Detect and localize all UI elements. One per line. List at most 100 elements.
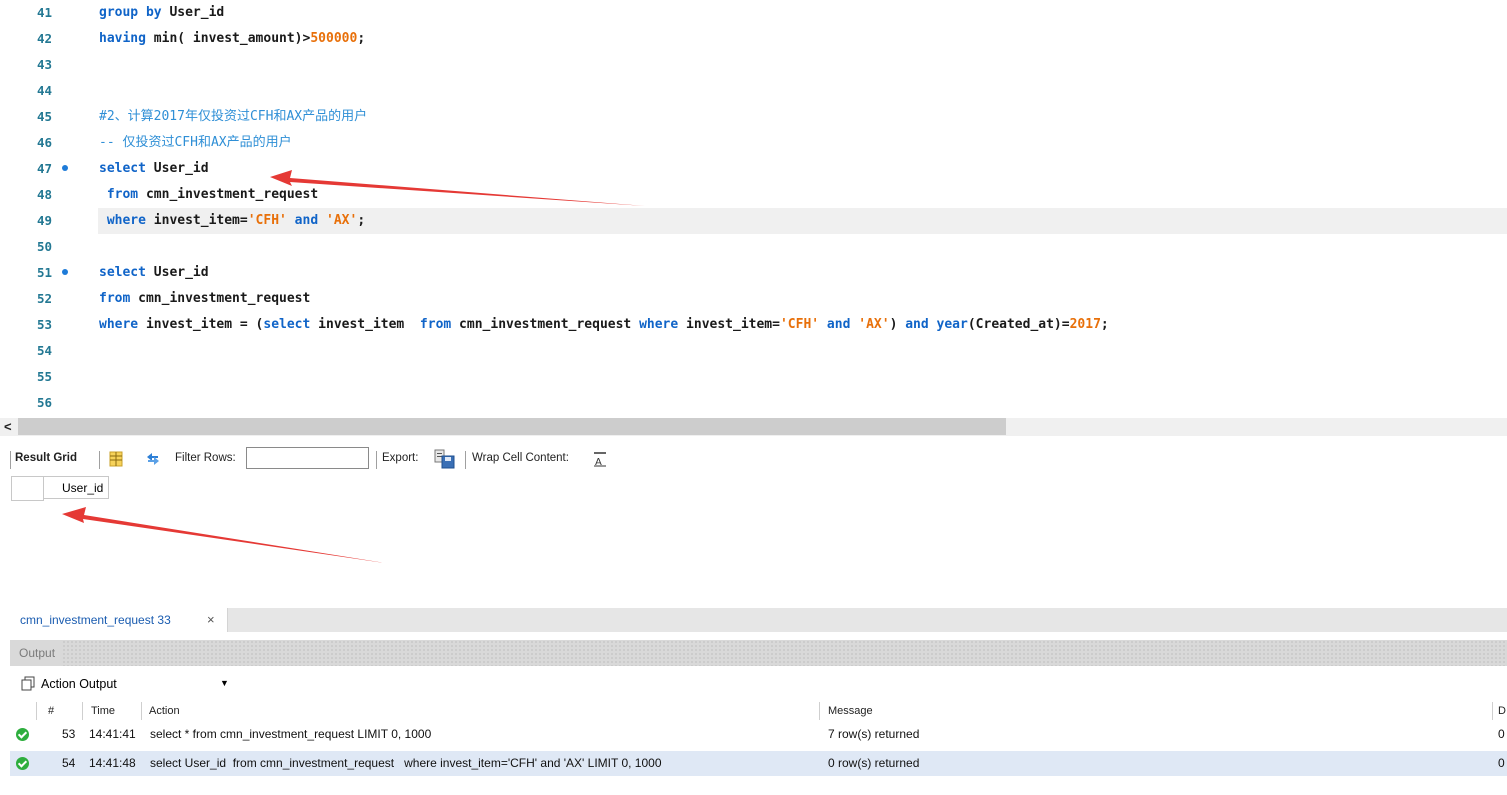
output-row[interactable]: 53 14:41:41 select * from cmn_investment…	[10, 722, 1507, 747]
sql-keyword: select	[263, 317, 311, 332]
result-toolbar: Result Grid Filter Rows: Export: Wrap Ce…	[10, 445, 1507, 475]
line-number: 55	[36, 369, 52, 384]
code-line[interactable]: 56	[0, 390, 1507, 416]
code-line[interactable]: 43	[0, 52, 1507, 78]
code-text[interactable]: select User_id	[99, 156, 209, 182]
wrap-text-icon[interactable]: A	[592, 451, 608, 467]
editor-horizontal-scrollbar[interactable]: <	[0, 418, 1507, 436]
statement-marker-icon[interactable]	[62, 269, 68, 275]
code-text[interactable]: from cmn_investment_request	[99, 182, 318, 208]
output-type-dropdown[interactable]: Action Output ▼	[10, 669, 229, 698]
code-line[interactable]: 47 select User_id	[0, 156, 1507, 182]
line-number: 45	[36, 109, 52, 124]
sql-string: 'AX'	[858, 317, 890, 332]
result-tab[interactable]: cmn_investment_request 33 ×	[10, 608, 228, 632]
sql-editor[interactable]: 41 group by User_id 42 having min( invest_a…	[0, 0, 1507, 418]
code-line[interactable]: 49 where invest_item='CFH' and 'AX';	[0, 208, 1507, 234]
code-text[interactable]: where invest_item='CFH' and 'AX';	[99, 208, 365, 234]
sql-keyword: from	[419, 317, 452, 332]
sql-token: User_id	[145, 265, 209, 280]
toolbar-separator	[99, 451, 100, 469]
output-type-selected: Action Output	[41, 677, 117, 691]
sql-comment: -- 仅投资过CFH和AX产品的用户	[99, 135, 292, 150]
col-header-time[interactable]: Time	[91, 705, 115, 717]
sql-comment: #2、计算2017年仅投资过CFH和AX产品的用户	[99, 109, 368, 124]
sql-keyword: from	[99, 187, 139, 202]
code-text[interactable]: from cmn_investment_request	[99, 286, 310, 312]
grid-corner-cell[interactable]	[11, 476, 44, 501]
row-num: 53	[62, 727, 76, 741]
grid-layout-icon[interactable]	[108, 451, 124, 467]
line-number: 42	[36, 31, 52, 46]
chevron-down-icon[interactable]: ▼	[220, 669, 229, 697]
line-number: 49	[36, 213, 52, 228]
code-line[interactable]: 51 select User_id	[0, 260, 1507, 286]
code-text[interactable]: select User_id	[99, 260, 209, 286]
code-line[interactable]: 55	[0, 364, 1507, 390]
col-header-num[interactable]: #	[48, 705, 54, 717]
code-text[interactable]: where invest_item = (select invest_item …	[99, 312, 1109, 338]
row-duration: 0	[1498, 756, 1505, 770]
code-line[interactable]: 42 having min( invest_amount)>500000;	[0, 26, 1507, 52]
col-header-duration[interactable]: D	[1498, 705, 1506, 717]
code-text[interactable]: #2、计算2017年仅投资过CFH和AX产品的用户	[99, 104, 367, 130]
line-number: 43	[36, 57, 52, 72]
sql-token: invest_item = (	[138, 317, 264, 332]
output-row[interactable]: 54 14:41:48 select User_id from cmn_inve…	[10, 751, 1507, 776]
filter-rows-input[interactable]	[246, 447, 369, 469]
row-duration: 0	[1498, 727, 1505, 741]
sql-token: cmn_investment_request	[451, 317, 640, 332]
line-number: 48	[36, 187, 52, 202]
sql-keyword: and	[905, 317, 929, 332]
code-line[interactable]: 44	[0, 78, 1507, 104]
line-number: 51	[36, 265, 52, 280]
sql-keyword: from	[99, 291, 131, 306]
export-label: Export:	[382, 452, 419, 464]
col-header-message[interactable]: Message	[828, 705, 873, 717]
sql-keyword: and	[819, 317, 851, 332]
output-table-header: # Time Action Message D	[10, 700, 1507, 722]
statement-marker-icon[interactable]	[62, 165, 68, 171]
sql-keyword: year	[936, 317, 968, 332]
toolbar-separator	[10, 451, 11, 469]
sql-token: cmn_investment_request	[130, 291, 311, 306]
sql-token: )	[889, 317, 906, 332]
code-line[interactable]: 50	[0, 234, 1507, 260]
code-text[interactable]: -- 仅投资过CFH和AX产品的用户	[99, 130, 292, 156]
close-tab-icon[interactable]: ×	[207, 608, 215, 632]
sql-keyword: group by	[99, 5, 162, 20]
sql-keyword: where	[639, 317, 679, 332]
output-title: Output	[10, 640, 62, 666]
line-number: 50	[36, 239, 52, 254]
code-line[interactable]: 48 from cmn_investment_request	[0, 182, 1507, 208]
success-check-icon	[16, 757, 29, 770]
line-number: 41	[36, 5, 52, 20]
sql-keyword: select	[99, 265, 146, 280]
column-header-user-id[interactable]: User_id	[43, 476, 109, 499]
toolbar-separator	[376, 451, 377, 469]
code-text[interactable]: group by User_id	[99, 0, 224, 26]
export-icon[interactable]	[434, 449, 456, 469]
row-time: 14:41:41	[89, 727, 136, 741]
col-header-action[interactable]: Action	[149, 705, 180, 717]
code-line[interactable]: 41 group by User_id	[0, 0, 1507, 26]
sql-keyword: and	[286, 213, 319, 228]
code-line[interactable]: 52 from cmn_investment_request	[0, 286, 1507, 312]
code-text[interactable]: having min( invest_amount)>500000;	[99, 26, 365, 52]
sql-token: invest_item	[310, 317, 420, 332]
sql-string: 'CFH'	[779, 317, 820, 332]
wrap-cell-content-label: Wrap Cell Content:	[472, 452, 569, 464]
code-line[interactable]: 46 -- 仅投资过CFH和AX产品的用户	[0, 130, 1507, 156]
result-grid-label[interactable]: Result Grid	[15, 452, 77, 464]
sql-string: 'CFH'	[247, 213, 287, 228]
line-number: 44	[36, 83, 52, 98]
scroll-left-icon[interactable]: <	[4, 419, 12, 434]
line-number: 54	[36, 343, 52, 358]
code-line[interactable]: 54	[0, 338, 1507, 364]
refresh-icon[interactable]	[144, 451, 162, 467]
code-line[interactable]: 53 where invest_item = (select invest_ite…	[0, 312, 1507, 338]
code-line[interactable]: 45 #2、计算2017年仅投资过CFH和AX产品的用户	[0, 104, 1507, 130]
scrollbar-thumb[interactable]	[18, 418, 1006, 435]
